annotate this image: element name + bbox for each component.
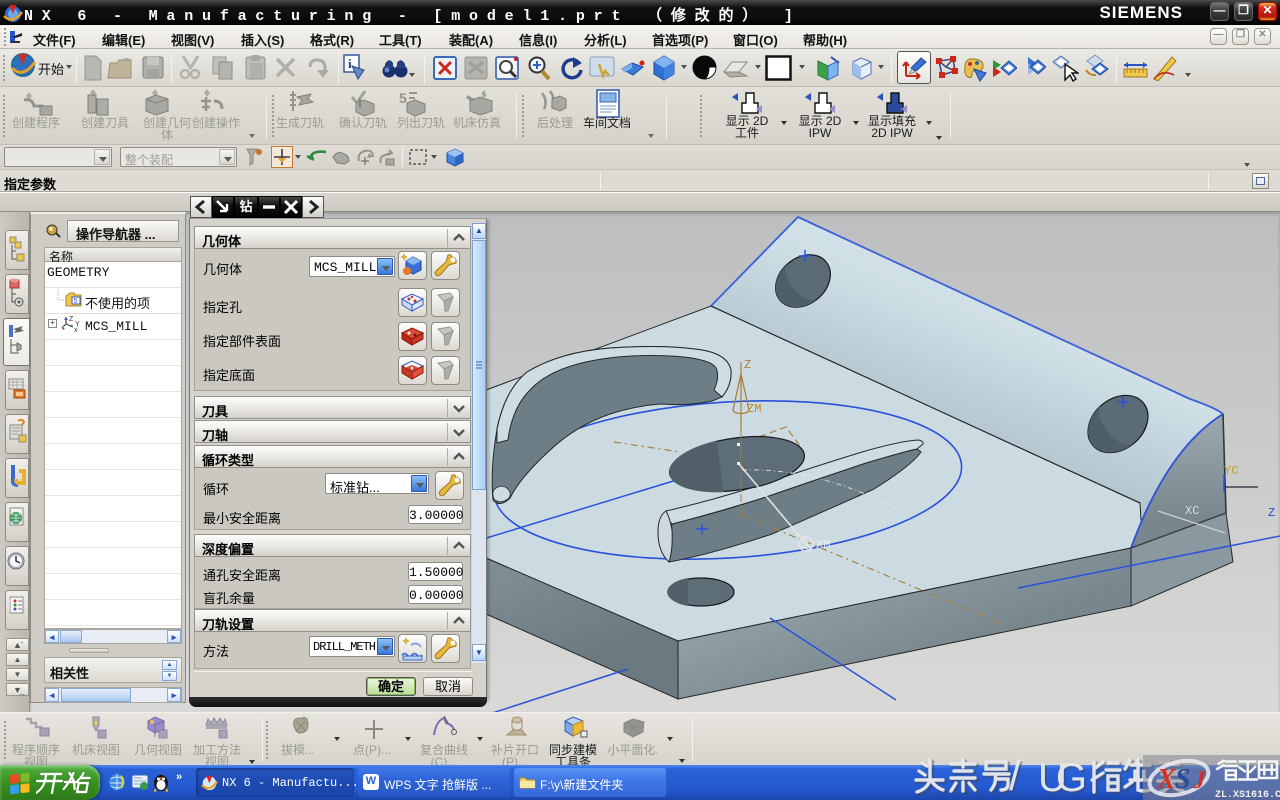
svg-text:x: x <box>74 327 78 333</box>
svg-text:ZM: ZM <box>747 402 761 416</box>
svg-text:/: / <box>1009 752 1021 799</box>
svg-text:Z: Z <box>744 358 751 372</box>
svg-text:UG: UG <box>1038 756 1087 800</box>
svg-text:YC: YC <box>1224 464 1238 478</box>
svg-text:5: 5 <box>399 90 407 106</box>
svg-text:X: X <box>1156 764 1177 795</box>
svg-text:J: J <box>1192 767 1207 794</box>
svg-text:5: 5 <box>74 298 78 305</box>
svg-text:XC: XC <box>1185 504 1199 518</box>
svg-text:i: i <box>348 56 352 71</box>
svg-text:S: S <box>1175 764 1191 795</box>
svg-text:XM: XM <box>816 538 830 552</box>
svg-text:ZL.XS1616.COM: ZL.XS1616.COM <box>1215 790 1280 800</box>
svg-text:Z: Z <box>1268 506 1275 520</box>
svg-text:Z: Z <box>69 316 74 323</box>
